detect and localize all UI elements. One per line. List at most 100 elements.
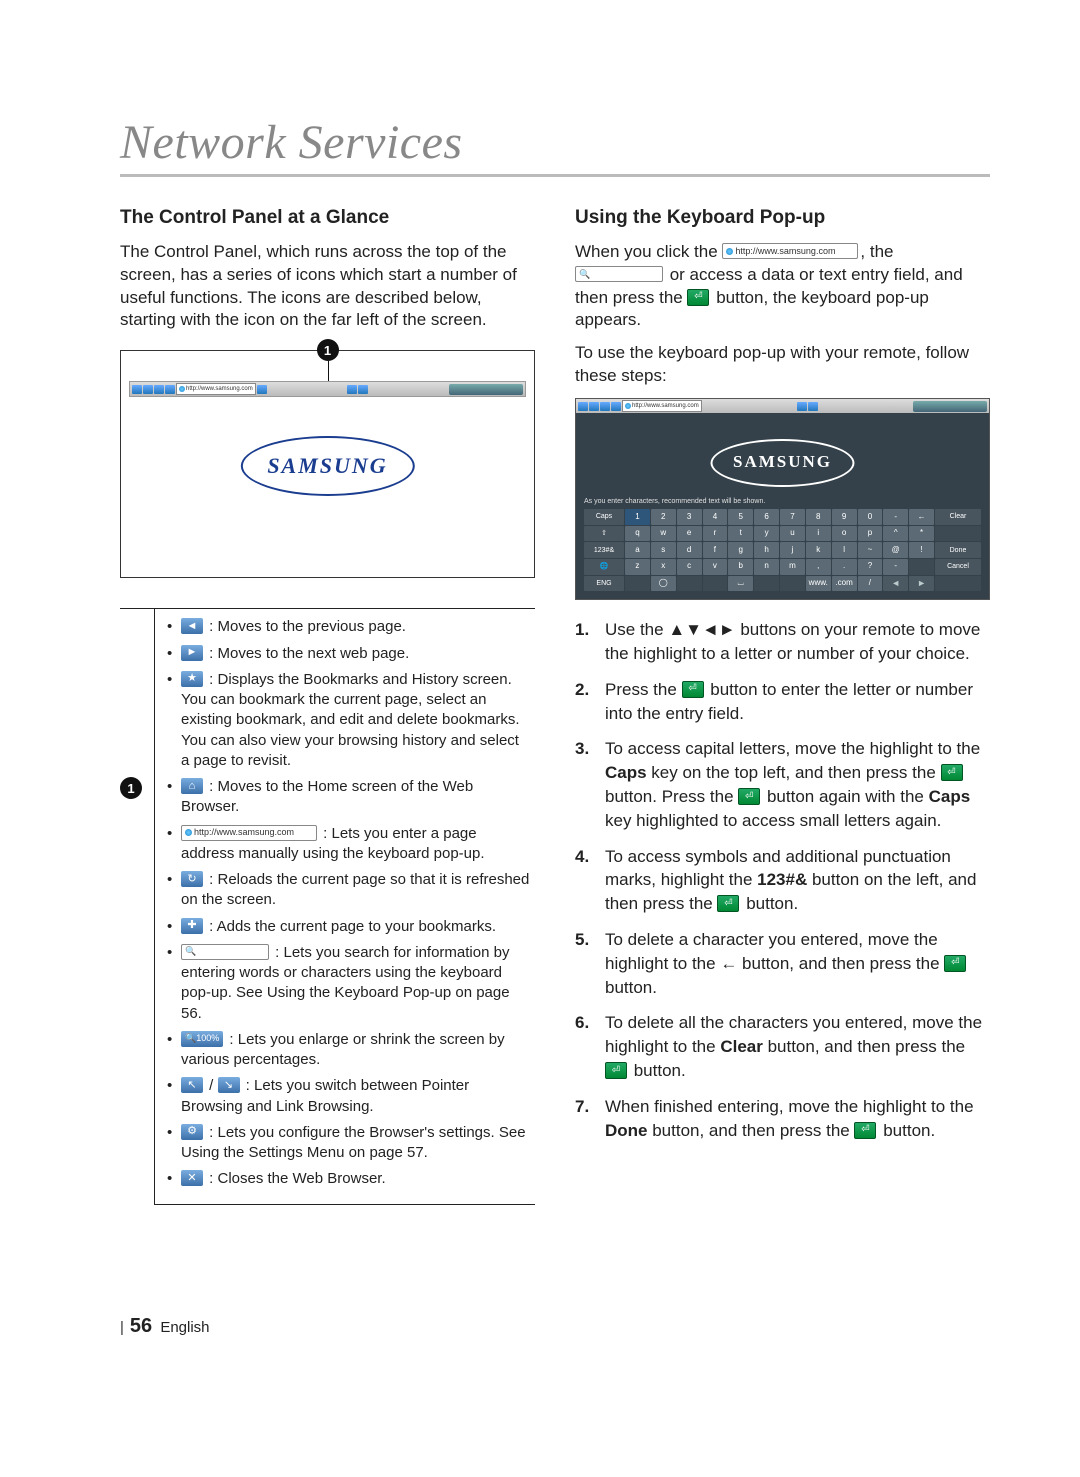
kb-key: p	[858, 526, 883, 542]
legend-back: ◄ : Moves to the previous page.	[167, 617, 531, 637]
kb-key: n	[754, 559, 779, 575]
enter-button-icon: ⏎	[941, 764, 963, 781]
kb-key	[909, 559, 934, 575]
legend-zoom: 🔍 100% : Lets you enlarge or shrink the …	[167, 1030, 531, 1071]
legend-home: ⌂ : Moves to the Home screen of the Web …	[167, 777, 531, 818]
kb-key: x	[651, 559, 676, 575]
settings-icon: ⚙	[181, 1124, 203, 1140]
keyboard-popup-heading: Using the Keyboard Pop-up	[575, 205, 990, 231]
keyboard-figure: http://www.samsung.com SAMSUNG As you en…	[575, 398, 990, 600]
kb-key-grid: Caps1234567890-←Clear⇧qwertyuiop^*123#&a…	[584, 509, 981, 591]
url-box-icon: http://www.samsung.com	[181, 825, 317, 841]
enter-button-icon: ⏎	[944, 955, 966, 972]
kb-key: ⇧	[584, 526, 624, 542]
back-icon: ◄	[181, 618, 203, 634]
kb-key: ~	[858, 542, 883, 558]
callout-line	[328, 361, 329, 381]
kb-key: !	[909, 542, 934, 558]
pointer-mode-icon: ↖	[181, 1077, 203, 1093]
kb-key: t	[728, 526, 753, 542]
kb-key: ◯	[651, 576, 676, 592]
page-title: Network Services	[120, 115, 990, 170]
kb-key: ,	[806, 559, 831, 575]
right-column: Using the Keyboard Pop-up When you click…	[575, 205, 990, 1205]
kb-key: 1	[625, 509, 650, 525]
kb-key	[754, 576, 779, 592]
search-icon	[358, 385, 368, 394]
search-box-icon: 🔍	[575, 266, 663, 282]
kb-key: o	[832, 526, 857, 542]
browser-figure: 1 http://www.samsung.com SAMSUNG	[120, 350, 535, 578]
kb-key: Caps	[584, 509, 624, 525]
step-3: To access capital letters, move the high…	[575, 737, 990, 832]
search-box-icon: 🔍	[181, 944, 269, 960]
bookmarks-star-icon: ★	[181, 671, 203, 687]
kb-key: .com	[832, 576, 857, 592]
kb-key: *	[909, 526, 934, 542]
page-number: 56	[130, 1315, 152, 1337]
kb-key	[625, 576, 650, 592]
kb-key: v	[703, 559, 728, 575]
kb-key: l	[832, 542, 857, 558]
control-panel-heading: The Control Panel at a Glance	[120, 205, 535, 231]
kb-key: 4	[703, 509, 728, 525]
kb-key: .	[832, 559, 857, 575]
page-language: English	[160, 1319, 209, 1336]
step-7: When finished entering, move the highlig…	[575, 1095, 990, 1143]
kb-key: i	[806, 526, 831, 542]
kb-key: ENG	[584, 576, 624, 592]
step-6: To delete all the characters you entered…	[575, 1011, 990, 1082]
kb-key: d	[677, 542, 702, 558]
kb-key: w	[651, 526, 676, 542]
legend-addbookmark: ✚ : Adds the current page to your bookma…	[167, 917, 531, 937]
step-5: To delete a character you entered, move …	[575, 928, 990, 999]
kb-key: 🌐	[584, 559, 624, 575]
forward-icon	[143, 385, 153, 394]
kb-key: u	[780, 526, 805, 542]
kb-key: ^	[883, 526, 908, 542]
kb-key	[780, 576, 805, 592]
zoom-icon: 🔍 100%	[181, 1031, 223, 1047]
reload-icon: ↻	[181, 871, 203, 887]
kb-key: Cancel	[935, 559, 981, 575]
toolbar-right-panel	[449, 384, 523, 395]
url-box-icon: http://www.samsung.com	[722, 243, 858, 259]
kb-toolbar: http://www.samsung.com	[576, 399, 989, 413]
enter-button-icon: ⏎	[682, 681, 704, 698]
keyboard-popup-intro: When you click the http://www.samsung.co…	[575, 241, 990, 333]
samsung-logo: SAMSUNG	[267, 451, 387, 481]
kb-key	[677, 576, 702, 592]
keyboard-popup-steps-lead: To use the keyboard pop-up with your rem…	[575, 342, 990, 388]
search-icon	[808, 402, 818, 411]
step-2: Press the ⏎ button to enter the letter o…	[575, 678, 990, 726]
kb-key: s	[651, 542, 676, 558]
kb-hint-text: As you enter characters, recommended tex…	[584, 497, 765, 506]
home-icon	[165, 385, 175, 394]
kb-key: q	[625, 526, 650, 542]
control-panel-intro: The Control Panel, which runs across the…	[120, 241, 535, 333]
pointer-icon	[797, 402, 807, 411]
forward-icon	[589, 402, 599, 411]
step-4: To access symbols and additional punctua…	[575, 845, 990, 916]
enter-button-icon: ⏎	[854, 1122, 876, 1139]
kb-key: 3	[677, 509, 702, 525]
kb-toolbar-right	[913, 401, 987, 412]
kb-key: m	[780, 559, 805, 575]
kb-key: a	[625, 542, 650, 558]
legend-search: 🔍 : Lets you search for information by e…	[167, 943, 531, 1024]
kb-key: -	[883, 509, 908, 525]
enter-button-icon: ⏎	[717, 895, 739, 912]
kb-key	[935, 526, 981, 542]
kb-key: 9	[832, 509, 857, 525]
kb-key: Done	[935, 542, 981, 558]
left-column: The Control Panel at a Glance The Contro…	[120, 205, 535, 1205]
home-icon: ⌂	[181, 778, 203, 794]
url-field: http://www.samsung.com	[176, 383, 256, 395]
kb-key: z	[625, 559, 650, 575]
kb-key: Clear	[935, 509, 981, 525]
legend-marker-1: 1	[120, 777, 142, 799]
kb-key: y	[754, 526, 779, 542]
kb-key: f	[703, 542, 728, 558]
callout-marker-1: 1	[317, 339, 339, 361]
kb-key: @	[883, 542, 908, 558]
